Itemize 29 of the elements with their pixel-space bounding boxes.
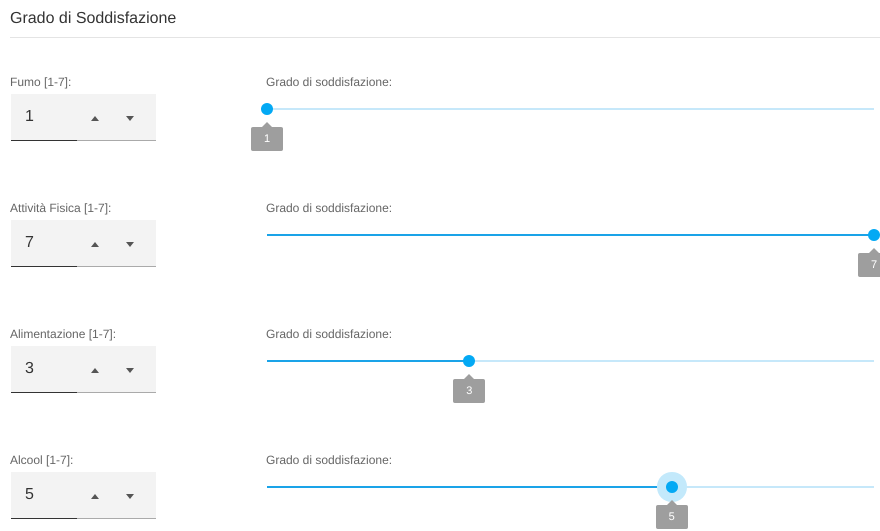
slider-label: Grado di soddisfazione: (266, 75, 392, 90)
caret-down-icon (126, 116, 134, 120)
number-field[interactable]: 1 (11, 94, 156, 141)
value-tooltip: 3 (453, 374, 486, 403)
slider-thumb[interactable] (868, 229, 880, 241)
value-tooltip: 1 (251, 122, 283, 151)
slider-thumb[interactable] (261, 103, 273, 115)
number-field[interactable]: 3 (11, 346, 156, 393)
field-label: Alimentazione [1-7]: (10, 327, 116, 342)
value-tooltip: 7 (858, 248, 880, 277)
slider-label: Grado di soddisfazione: (266, 453, 392, 468)
caret-up-icon (91, 242, 99, 246)
field-label: Attività Fisica [1-7]: (10, 201, 112, 216)
slider-thumb[interactable] (666, 481, 678, 493)
slider-label: Grado di soddisfazione: (266, 327, 392, 342)
value-tooltip: 5 (656, 500, 688, 529)
caret-up-icon (91, 116, 99, 120)
number-field[interactable]: 5 (11, 472, 156, 519)
slider-thumb[interactable] (463, 355, 476, 367)
field-label: Fumo [1-7]: (10, 75, 72, 90)
number-field[interactable]: 7 (11, 220, 156, 267)
caret-up-icon (91, 368, 99, 372)
caret-up-icon (91, 494, 99, 498)
caret-down-icon (126, 368, 134, 372)
slider-label: Grado di soddisfazione: (266, 201, 392, 216)
field-label: Alcool [1-7]: (10, 453, 74, 468)
caret-down-icon (126, 242, 134, 246)
section-title: Grado di Soddisfazione (10, 9, 176, 29)
caret-down-icon (126, 494, 134, 498)
